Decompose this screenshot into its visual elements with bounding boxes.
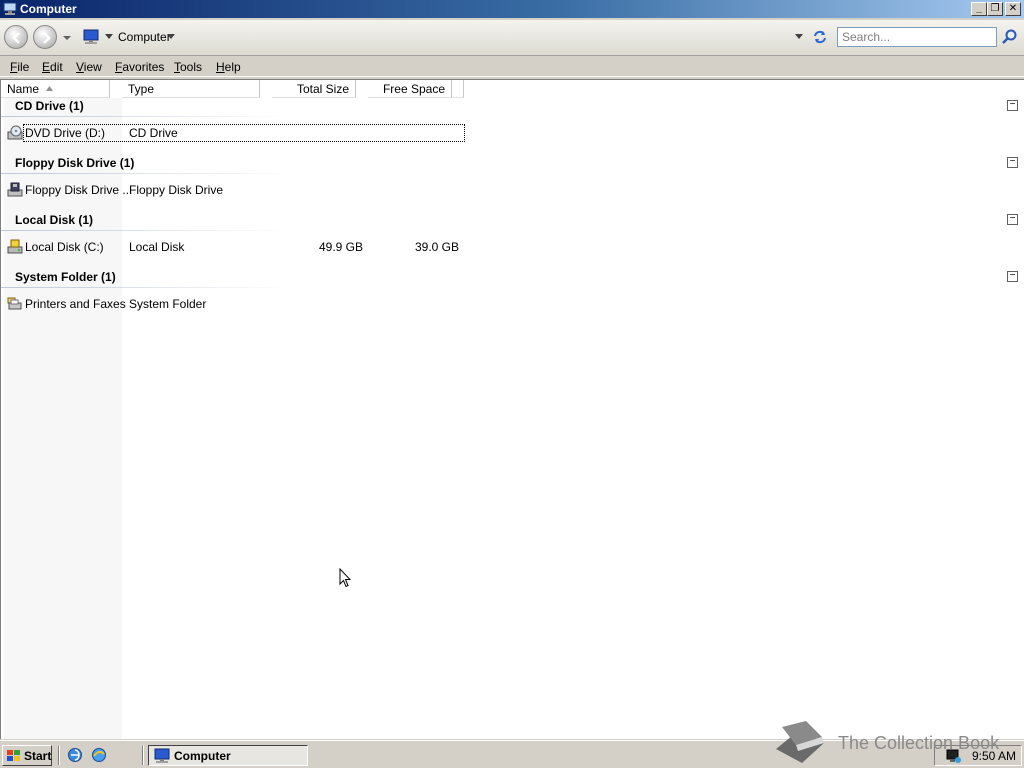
printer-icon [7, 297, 22, 310]
menu-help[interactable]: Help [216, 60, 241, 74]
group-header-floppy-disk-drive[interactable]: Floppy Disk Drive (1) [15, 156, 134, 170]
forward-arrow-icon [43, 32, 51, 44]
menu-bar: File Edit View Favorites Tools Help [0, 57, 1024, 77]
collapse-group-button[interactable]: − [1007, 214, 1018, 225]
menu-tools[interactable]: Tools [174, 60, 202, 74]
system-tray: 9:50 AM [934, 745, 1022, 766]
dvd-drive-icon [7, 125, 23, 140]
group-header-local-disk[interactable]: Local Disk (1) [15, 213, 93, 227]
group-header-system-folder[interactable]: System Folder (1) [15, 270, 116, 284]
network-icon[interactable] [945, 748, 961, 764]
menu-view[interactable]: View [76, 60, 102, 74]
mouse-pointer-icon [339, 568, 351, 588]
computer-icon [3, 2, 17, 15]
column-header-spacer [452, 80, 464, 98]
column-header-type[interactable]: Type [122, 80, 260, 98]
browser-icon[interactable] [91, 747, 107, 763]
taskbar-item-computer[interactable]: Computer [148, 745, 308, 766]
computer-icon [154, 748, 170, 763]
title-bar[interactable]: Computer _ ❐ ✕ [0, 0, 1024, 18]
collapse-group-button[interactable]: − [1007, 157, 1018, 168]
window-title: Computer [20, 2, 77, 16]
back-button[interactable] [4, 25, 28, 49]
explorer-window: Computer _ ❐ ✕ Computer Search... File E… [0, 0, 1024, 739]
collapse-group-button[interactable]: − [1007, 271, 1018, 282]
minimize-button[interactable]: _ [971, 2, 987, 16]
collapse-group-button[interactable]: − [1007, 100, 1018, 111]
list-item[interactable]: Printers and Faxes System Folder [1, 295, 471, 313]
column-header-name[interactable]: Name [1, 80, 110, 98]
list-item[interactable]: Floppy Disk Drive ... Floppy Disk Drive [1, 181, 471, 199]
menu-edit[interactable]: Edit [42, 60, 63, 74]
column-header-row: Name Type Total Size Free Space [1, 80, 1024, 98]
menu-file[interactable]: File [10, 60, 29, 74]
address-breadcrumb[interactable]: Computer [118, 30, 171, 44]
internet-explorer-icon[interactable] [67, 747, 83, 763]
address-dropdown-icon[interactable] [795, 34, 803, 40]
column-header-total-size[interactable]: Total Size [272, 80, 356, 98]
back-arrow-icon [12, 32, 20, 44]
search-box[interactable] [837, 27, 997, 47]
computer-icon [83, 29, 99, 44]
floppy-drive-icon [7, 182, 23, 197]
forward-button[interactable] [33, 25, 57, 49]
list-item[interactable]: DVD Drive (D:) CD Drive [1, 124, 471, 142]
history-dropdown-icon[interactable] [62, 34, 72, 42]
taskbar: Start Computer 9:50 AM [0, 740, 1024, 768]
list-item[interactable]: Local Disk (C:) Local Disk 49.9 GB 39.0 … [1, 238, 471, 256]
local-disk-icon [7, 239, 23, 254]
restore-button[interactable]: ❐ [987, 2, 1003, 16]
sort-ascending-icon [46, 86, 53, 91]
clock[interactable]: 9:50 AM [972, 749, 1016, 763]
chevron-down-icon[interactable] [167, 34, 175, 40]
start-button[interactable]: Start [2, 745, 52, 766]
chevron-down-icon[interactable] [105, 34, 113, 40]
search-input[interactable] [838, 28, 996, 46]
refresh-icon[interactable] [811, 28, 829, 46]
windows-logo-icon [7, 750, 20, 761]
file-list[interactable]: Name Type Total Size Free Space CD Drive… [0, 79, 1024, 739]
group-header-cd-drive[interactable]: CD Drive (1) [15, 99, 84, 113]
search-icon[interactable] [1001, 28, 1019, 46]
menu-favorites[interactable]: Favorites [115, 60, 164, 74]
column-header-free-space[interactable]: Free Space [368, 80, 452, 98]
close-button[interactable]: ✕ [1005, 2, 1021, 16]
